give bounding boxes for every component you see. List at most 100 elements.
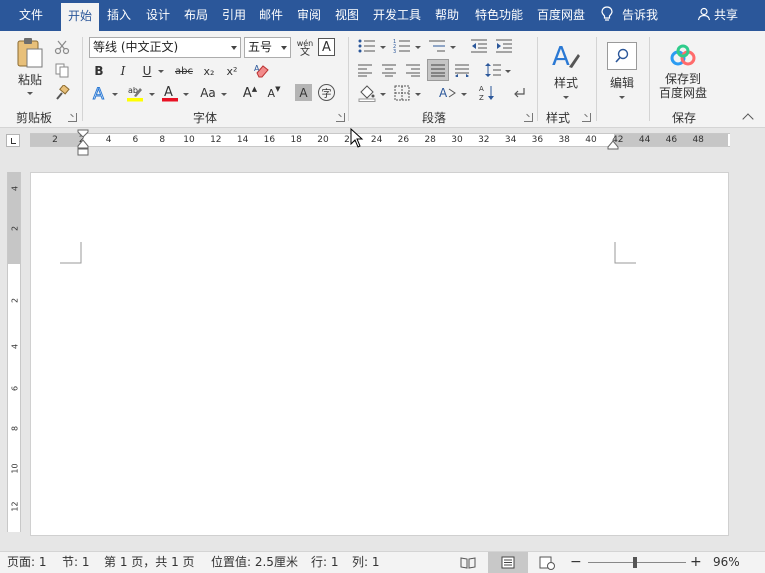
- font-name-combo[interactable]: 等线 (中文正文): [89, 37, 241, 58]
- grow-font-button[interactable]: A ▲: [240, 83, 260, 103]
- status-page-count[interactable]: 第 1 页，共 1 页: [104, 552, 195, 573]
- text-effects-dropdown-icon[interactable]: [112, 93, 118, 96]
- line-spacing-dropdown-icon[interactable]: [505, 70, 511, 73]
- shading-dropdown-icon[interactable]: [380, 93, 386, 96]
- shading-button[interactable]: [356, 83, 378, 103]
- print-layout-button[interactable]: [488, 552, 528, 573]
- underline-dropdown-icon[interactable]: [158, 70, 164, 73]
- read-mode-button[interactable]: [458, 553, 478, 572]
- chinese-layout-dropdown-icon[interactable]: [461, 93, 467, 96]
- styles-launcher-icon[interactable]: [582, 113, 591, 122]
- format-painter-button[interactable]: [52, 83, 72, 103]
- document-page[interactable]: [31, 173, 728, 535]
- highlight-dropdown-icon[interactable]: [149, 93, 155, 96]
- character-border-button[interactable]: A: [318, 38, 335, 56]
- show-marks-button[interactable]: [510, 83, 530, 103]
- multilevel-list-button[interactable]: [426, 36, 448, 56]
- group-separator: [348, 37, 349, 121]
- paste-button[interactable]: 粘贴: [11, 37, 49, 95]
- save-to-baidu-button[interactable]: 保存到 百度网盘: [655, 39, 711, 105]
- enclose-characters-button[interactable]: 字: [318, 84, 335, 101]
- styles-button[interactable]: A 样式: [545, 36, 587, 104]
- tab-insert[interactable]: 插入: [102, 0, 136, 31]
- tab-layout[interactable]: 布局: [179, 0, 213, 31]
- underline-button[interactable]: U: [138, 62, 156, 80]
- tab-home[interactable]: 开始: [61, 3, 99, 31]
- tab-view[interactable]: 视图: [330, 0, 364, 31]
- tab-selector-icon[interactable]: [6, 134, 20, 147]
- distributed-button[interactable]: [452, 60, 472, 80]
- text-effects-button[interactable]: A: [90, 82, 110, 104]
- zoom-in-icon[interactable]: +: [690, 552, 702, 573]
- font-color-dropdown-icon[interactable]: [183, 93, 189, 96]
- zoom-slider-thumb[interactable]: [633, 557, 638, 568]
- status-column[interactable]: 列: 1: [352, 552, 380, 573]
- first-line-indent-icon[interactable]: [77, 129, 89, 138]
- justify-button[interactable]: [427, 59, 449, 81]
- line-spacing-button[interactable]: [483, 60, 503, 80]
- ruler-tick-label: 6: [132, 135, 139, 145]
- status-position[interactable]: 位置值: 2.5厘米: [211, 552, 298, 573]
- tab-references[interactable]: 引用: [217, 0, 251, 31]
- multilevel-dropdown-icon[interactable]: [450, 46, 456, 49]
- clear-formatting-button[interactable]: A: [252, 61, 272, 81]
- share-button[interactable]: 共享: [697, 0, 738, 31]
- numbering-dropdown-icon[interactable]: [415, 46, 421, 49]
- tab-design[interactable]: 设计: [141, 0, 175, 31]
- tell-me-box[interactable]: 告诉我: [600, 0, 658, 31]
- italic-button[interactable]: I: [114, 62, 132, 80]
- tab-file[interactable]: 文件: [9, 0, 53, 31]
- tab-developer[interactable]: 开发工具: [368, 0, 426, 31]
- clipboard-launcher-icon[interactable]: [68, 113, 77, 122]
- ruler-tick-label: 40: [585, 135, 597, 145]
- bold-button[interactable]: B: [90, 62, 108, 80]
- bullets-dropdown-icon[interactable]: [380, 46, 386, 49]
- save-line2: 百度网盘: [658, 86, 707, 100]
- subscript-button[interactable]: x₂: [199, 62, 219, 80]
- increase-indent-button[interactable]: [494, 36, 514, 56]
- collapse-ribbon-icon[interactable]: [742, 113, 754, 125]
- web-layout-button[interactable]: [537, 553, 557, 572]
- change-case-dropdown-icon[interactable]: [221, 93, 227, 96]
- copy-button[interactable]: [52, 60, 72, 80]
- strikethrough-button[interactable]: abc: [172, 62, 196, 80]
- tab-features[interactable]: 特色功能: [470, 0, 528, 31]
- decrease-indent-button[interactable]: [469, 36, 489, 56]
- numbering-button[interactable]: 1 2 3: [391, 36, 413, 56]
- superscript-button[interactable]: x²: [222, 62, 242, 80]
- bullets-button[interactable]: [356, 36, 378, 56]
- status-section[interactable]: 节: 1: [62, 552, 90, 573]
- shrink-font-button[interactable]: A ▼: [264, 83, 284, 103]
- borders-dropdown-icon[interactable]: [415, 93, 421, 96]
- status-page-number[interactable]: 页面: 1: [7, 552, 47, 573]
- sort-button[interactable]: A Z: [477, 83, 497, 103]
- align-left-button[interactable]: [355, 60, 375, 80]
- hanging-indent-icon[interactable]: [77, 139, 89, 156]
- styles-label: 样式: [553, 76, 578, 90]
- zoom-level[interactable]: 96%: [713, 552, 740, 573]
- chinese-layout-button[interactable]: A: [437, 83, 459, 103]
- borders-button[interactable]: [391, 83, 413, 103]
- cut-button[interactable]: [52, 37, 72, 57]
- status-line[interactable]: 行: 1: [311, 552, 339, 573]
- character-shading-button[interactable]: A: [295, 84, 312, 101]
- tab-baidu-netdisk[interactable]: 百度网盘: [532, 0, 590, 31]
- editing-button[interactable]: 编辑: [603, 36, 641, 104]
- horizontal-ruler[interactable]: 2 2 4 6 8 10 12 14 16 18 20 22 24 26 28 30 32 34 36 38 40 42 4…: [30, 133, 730, 147]
- phonetic-guide-button[interactable]: wén 文: [295, 37, 315, 58]
- font-size-combo[interactable]: 五号: [244, 37, 291, 58]
- tab-help[interactable]: 帮助: [430, 0, 464, 31]
- right-indent-icon[interactable]: [607, 140, 619, 150]
- tab-mailings[interactable]: 邮件: [254, 0, 288, 31]
- font-color-button[interactable]: A: [160, 82, 180, 104]
- vertical-ruler[interactable]: 4 2 2 4 6 8 10 12: [7, 172, 21, 532]
- align-right-button[interactable]: [403, 60, 423, 80]
- align-center-button[interactable]: [379, 60, 399, 80]
- horizontal-ruler-area: 2 2 4 6 8 10 12 14 16 18 20 22 24 26 28 30 32 34 36 38 40 42 4…: [0, 128, 765, 156]
- font-launcher-icon[interactable]: [336, 113, 345, 122]
- paragraph-launcher-icon[interactable]: [524, 113, 533, 122]
- zoom-out-icon[interactable]: −: [570, 552, 582, 573]
- tab-review[interactable]: 审阅: [292, 0, 326, 31]
- change-case-button[interactable]: Aa: [196, 84, 220, 102]
- highlight-color-button[interactable]: ab: [124, 82, 146, 104]
